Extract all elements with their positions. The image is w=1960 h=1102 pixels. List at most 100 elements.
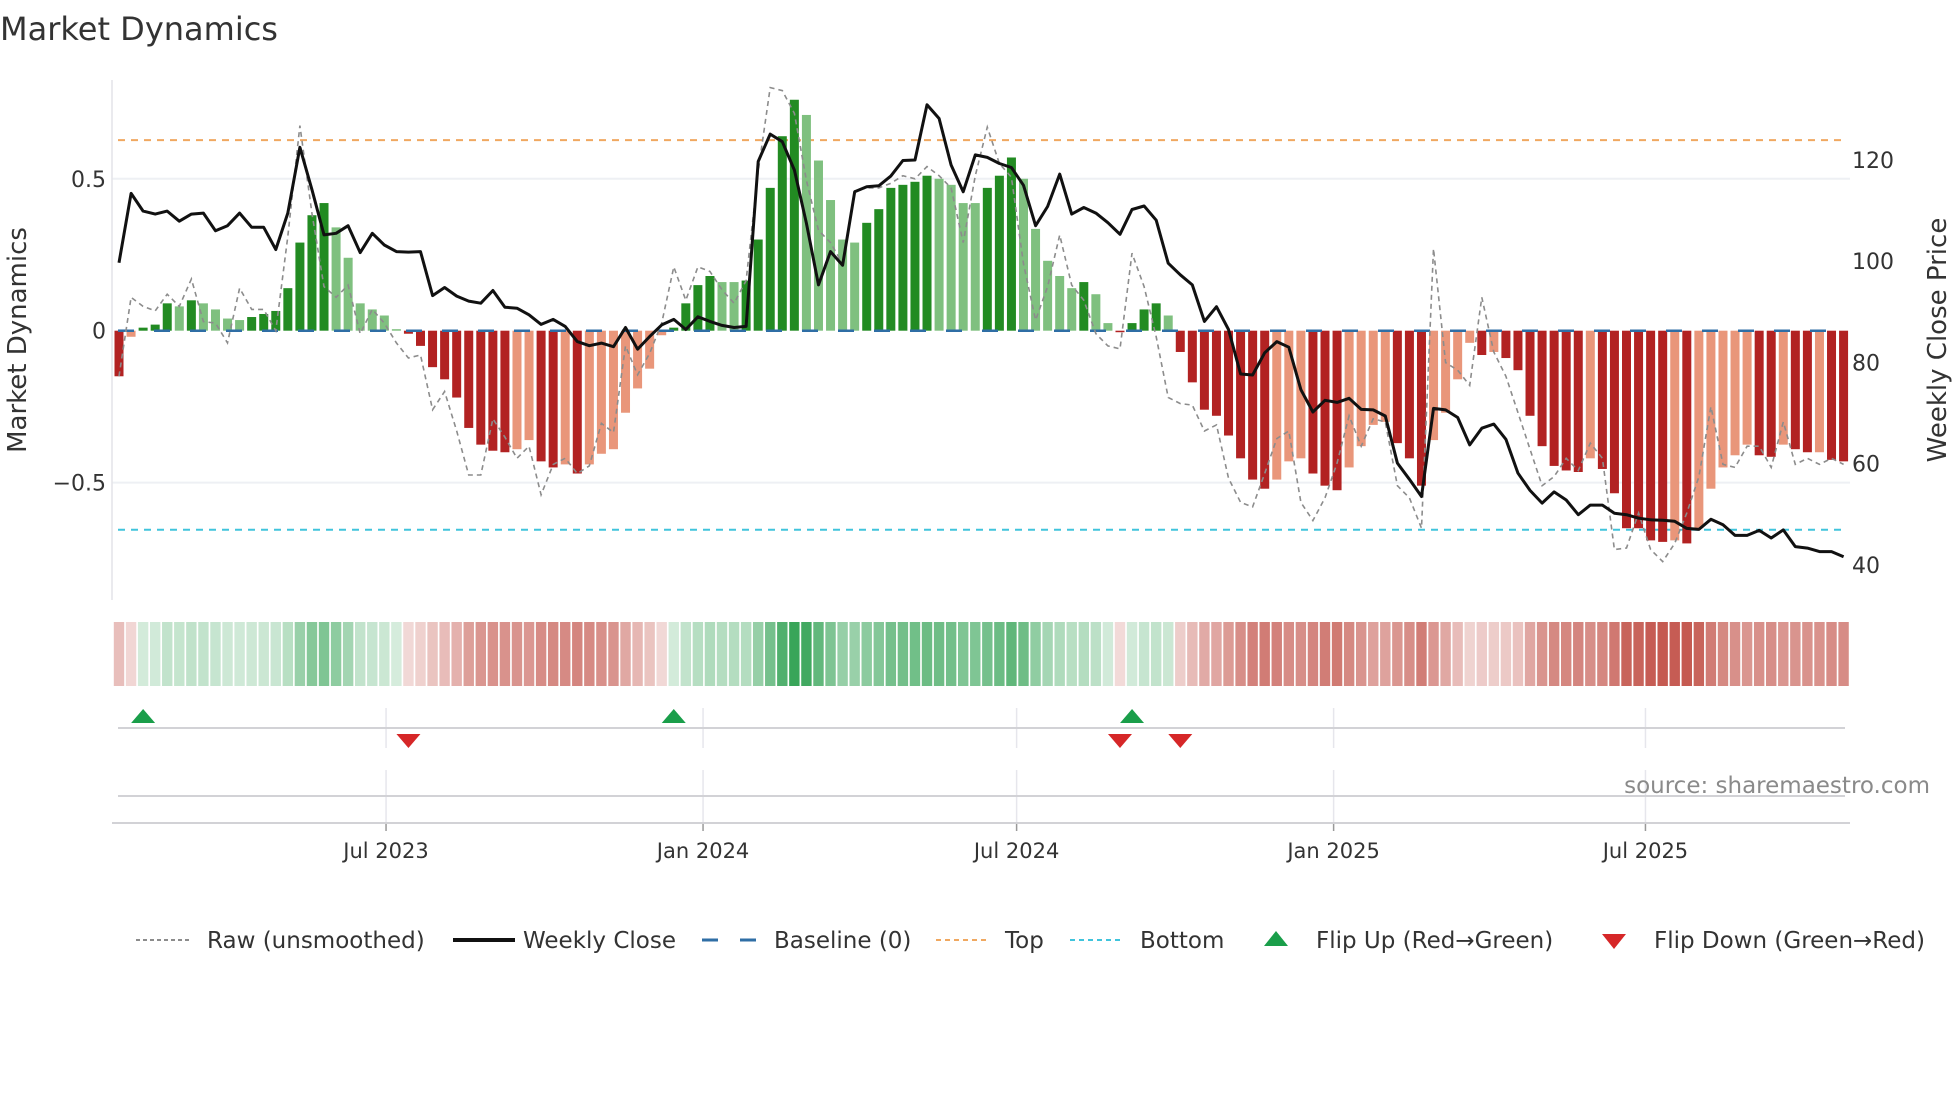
strip-cell	[1814, 622, 1825, 686]
strip-cell	[572, 622, 583, 686]
bar	[1211, 330, 1221, 416]
y-tick-label: −0.5	[53, 472, 106, 497]
strip-cell	[1669, 622, 1680, 686]
strip-cell	[1355, 622, 1367, 686]
strip-cell	[1548, 622, 1560, 686]
legend-label: Raw (unsmoothed)	[207, 928, 425, 954]
bar	[428, 330, 438, 368]
strip-cell	[1078, 622, 1089, 686]
strip-cell	[1705, 622, 1717, 686]
flip-down-icon	[1602, 934, 1626, 949]
flip-up-marker	[661, 709, 686, 723]
strip-cell	[379, 622, 390, 686]
strip-cell	[1319, 622, 1331, 686]
bar	[1031, 228, 1041, 331]
strip-cell	[1283, 622, 1295, 686]
legend-label: Baseline (0)	[774, 928, 911, 954]
bar	[174, 306, 184, 331]
bar	[1477, 330, 1487, 356]
strip-cell	[234, 622, 245, 686]
strip-cell	[1778, 622, 1789, 686]
bar	[1019, 178, 1028, 331]
strip-cell	[1838, 622, 1849, 686]
bar	[1730, 330, 1740, 456]
strip-cell	[560, 622, 571, 686]
strip-cell	[1163, 622, 1174, 686]
strip-cell	[1187, 622, 1198, 686]
bar	[1597, 330, 1607, 469]
strip-cell	[765, 622, 776, 686]
bar	[1658, 330, 1668, 542]
bar	[1139, 309, 1149, 331]
bar	[138, 327, 148, 331]
bar	[1404, 330, 1414, 459]
strip-cell	[463, 622, 474, 686]
strip-cell	[1476, 622, 1487, 686]
bar	[295, 242, 305, 331]
y-axis-label: Market Dynamics	[3, 227, 33, 453]
source-label: source: sharemaestro.com	[1624, 773, 1930, 799]
strip-cell	[1090, 622, 1102, 686]
strip-cell	[1235, 622, 1246, 686]
bar	[994, 175, 1004, 331]
y2-axis-label: Weekly Close Price	[1923, 218, 1953, 463]
strip-cell	[1717, 622, 1729, 686]
y2-tick-label: 80	[1852, 351, 1880, 376]
legend-item-baseline: Baseline (0)	[702, 928, 911, 954]
bar	[391, 329, 401, 331]
bar	[1356, 330, 1366, 447]
strip-cell	[547, 622, 559, 686]
strip-cell	[523, 622, 535, 686]
bar	[850, 242, 860, 331]
bar	[271, 310, 281, 331]
strip-cell	[391, 622, 402, 686]
bar	[235, 320, 245, 331]
market-dynamics-chart: Market Dynamics 0.5 0 −0.5 40 60 80 100 120 Mark…	[0, 10, 1953, 954]
strip-cell	[403, 622, 414, 686]
strip-cell	[149, 622, 161, 686]
bar	[862, 222, 872, 331]
bar	[1453, 330, 1463, 380]
bar	[1802, 330, 1812, 453]
strip-cell	[367, 622, 378, 686]
strip-cell	[1416, 622, 1427, 686]
legend-item-top: Top	[936, 928, 1044, 954]
strip-cell	[246, 622, 257, 686]
legend-item-bottom: Bottom	[1070, 928, 1224, 954]
bar	[1634, 330, 1644, 529]
strip-cell	[415, 622, 426, 686]
strip-cell	[596, 622, 607, 686]
strip-cell	[258, 622, 269, 686]
bar	[1465, 330, 1475, 343]
strip-cell	[704, 622, 716, 686]
strip-cell	[1380, 622, 1391, 686]
strip-cell	[1030, 622, 1041, 686]
bar	[1585, 330, 1595, 459]
strip-cell	[1729, 622, 1741, 686]
bar	[560, 330, 570, 465]
strip-cell	[1211, 622, 1222, 686]
strip-cell	[1006, 622, 1017, 686]
legend-label: Flip Up (Red→Green)	[1316, 928, 1553, 954]
strip-cell	[1573, 622, 1584, 686]
strip-cell	[1428, 622, 1439, 686]
strip-cell	[644, 622, 655, 686]
bar	[1332, 330, 1342, 491]
strip-cell	[1150, 622, 1162, 686]
series-lines	[117, 86, 1845, 563]
flip-up-marker	[131, 709, 156, 723]
legend-item-raw: Raw (unsmoothed)	[136, 928, 425, 954]
bar	[1525, 330, 1535, 416]
strip-cell	[752, 622, 764, 686]
strip-cell	[174, 622, 185, 686]
bar	[476, 330, 486, 445]
bar	[910, 181, 920, 331]
strip-cell	[921, 622, 933, 686]
bar	[970, 203, 980, 331]
bar	[826, 200, 836, 331]
strip-cell	[1126, 622, 1138, 686]
x-tick-label: Jan 2024	[655, 839, 750, 863]
strip-cell	[1766, 622, 1777, 686]
strip-cell	[825, 622, 836, 686]
bar	[198, 303, 208, 331]
